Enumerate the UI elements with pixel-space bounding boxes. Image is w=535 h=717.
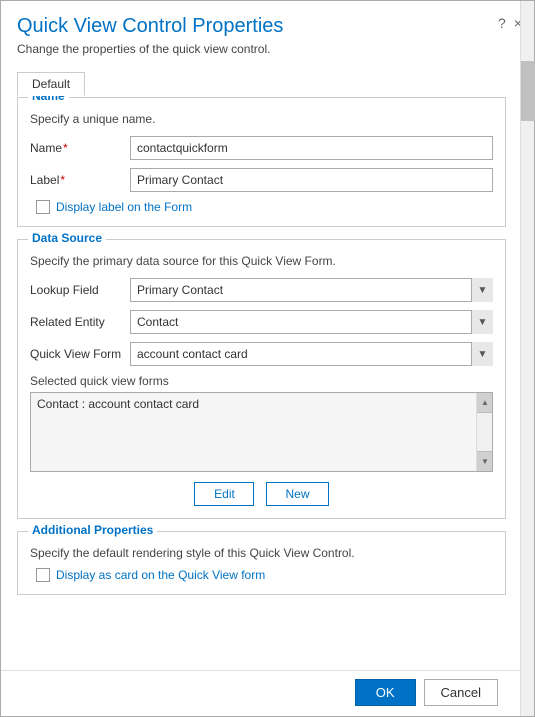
display-as-card-label[interactable]: Display as card on the Quick View form: [36, 568, 265, 582]
display-as-card-row: Display as card on the Quick View form: [36, 568, 493, 582]
dialog-title: Quick View Control Properties: [17, 15, 518, 38]
data-source-legend: Data Source: [28, 231, 106, 245]
additional-desc: Specify the default rendering style of t…: [30, 546, 493, 560]
label-row: Label*: [30, 168, 493, 192]
dialog-container: Quick View Control Properties Change the…: [0, 0, 535, 717]
ok-button[interactable]: OK: [355, 679, 416, 706]
additional-legend: Additional Properties: [28, 523, 157, 537]
cancel-button[interactable]: Cancel: [424, 679, 498, 706]
display-label-text: Display label on the Form: [56, 200, 192, 214]
lookup-field-select-wrapper: Primary Contact ▼: [130, 278, 493, 302]
tab-bar: Default: [17, 72, 506, 95]
label-label: Label*: [30, 173, 130, 187]
quick-view-form-select-wrapper: account contact card ▼: [130, 342, 493, 366]
selected-forms-item: Contact : account contact card: [31, 393, 492, 415]
name-input[interactable]: [130, 136, 493, 160]
header-icons: ? ×: [498, 15, 522, 31]
scrollbar-down[interactable]: ▼: [477, 451, 493, 471]
related-entity-label: Related Entity: [30, 315, 130, 329]
edit-button[interactable]: Edit: [194, 482, 254, 506]
display-as-card-checkbox[interactable]: [36, 568, 50, 582]
dialog-header: Quick View Control Properties Change the…: [1, 1, 534, 62]
related-entity-row: Related Entity Contact ▼: [30, 310, 493, 334]
quick-view-form-label: Quick View Form: [30, 347, 130, 361]
related-entity-select-wrapper: Contact ▼: [130, 310, 493, 334]
data-source-desc: Specify the primary data source for this…: [30, 254, 493, 268]
name-label: Name*: [30, 141, 130, 155]
selected-forms-label: Selected quick view forms: [30, 374, 493, 388]
related-entity-select[interactable]: Contact: [130, 310, 493, 334]
data-source-section: Data Source Specify the primary data sou…: [17, 239, 506, 519]
name-section-desc: Specify a unique name.: [30, 112, 493, 126]
scrollbar-thumb[interactable]: [521, 61, 535, 121]
name-section: Name Specify a unique name. Name* Label*…: [17, 97, 506, 227]
label-input[interactable]: [130, 168, 493, 192]
quick-view-form-select[interactable]: account contact card: [130, 342, 493, 366]
new-button[interactable]: New: [266, 482, 328, 506]
quick-view-form-row: Quick View Form account contact card ▼: [30, 342, 493, 366]
content-wrapper: Default Name Specify a unique name. Name…: [1, 62, 534, 670]
dialog-footer: OK Cancel: [1, 670, 534, 716]
form-buttons-row: Edit New: [30, 482, 493, 506]
lookup-field-row: Lookup Field Primary Contact ▼: [30, 278, 493, 302]
help-icon[interactable]: ?: [498, 15, 506, 31]
main-scrollbar[interactable]: [520, 1, 534, 716]
display-label-row: Display label on the Form: [36, 200, 493, 214]
dialog-subtitle: Change the properties of the quick view …: [17, 42, 518, 56]
selected-forms-box: Contact : account contact card ▲ ▼: [30, 392, 493, 472]
tab-default[interactable]: Default: [17, 72, 85, 96]
additional-section: Additional Properties Specify the defaul…: [17, 531, 506, 595]
display-label-checkbox[interactable]: [36, 200, 50, 214]
display-label-checkbox-label[interactable]: Display label on the Form: [36, 200, 192, 214]
lookup-field-select[interactable]: Primary Contact: [130, 278, 493, 302]
selected-forms-scrollbar[interactable]: ▲ ▼: [476, 393, 492, 471]
name-row: Name*: [30, 136, 493, 160]
display-as-card-text: Display as card on the Quick View form: [56, 568, 265, 582]
lookup-field-label: Lookup Field: [30, 283, 130, 297]
scrollbar-up[interactable]: ▲: [477, 393, 493, 413]
